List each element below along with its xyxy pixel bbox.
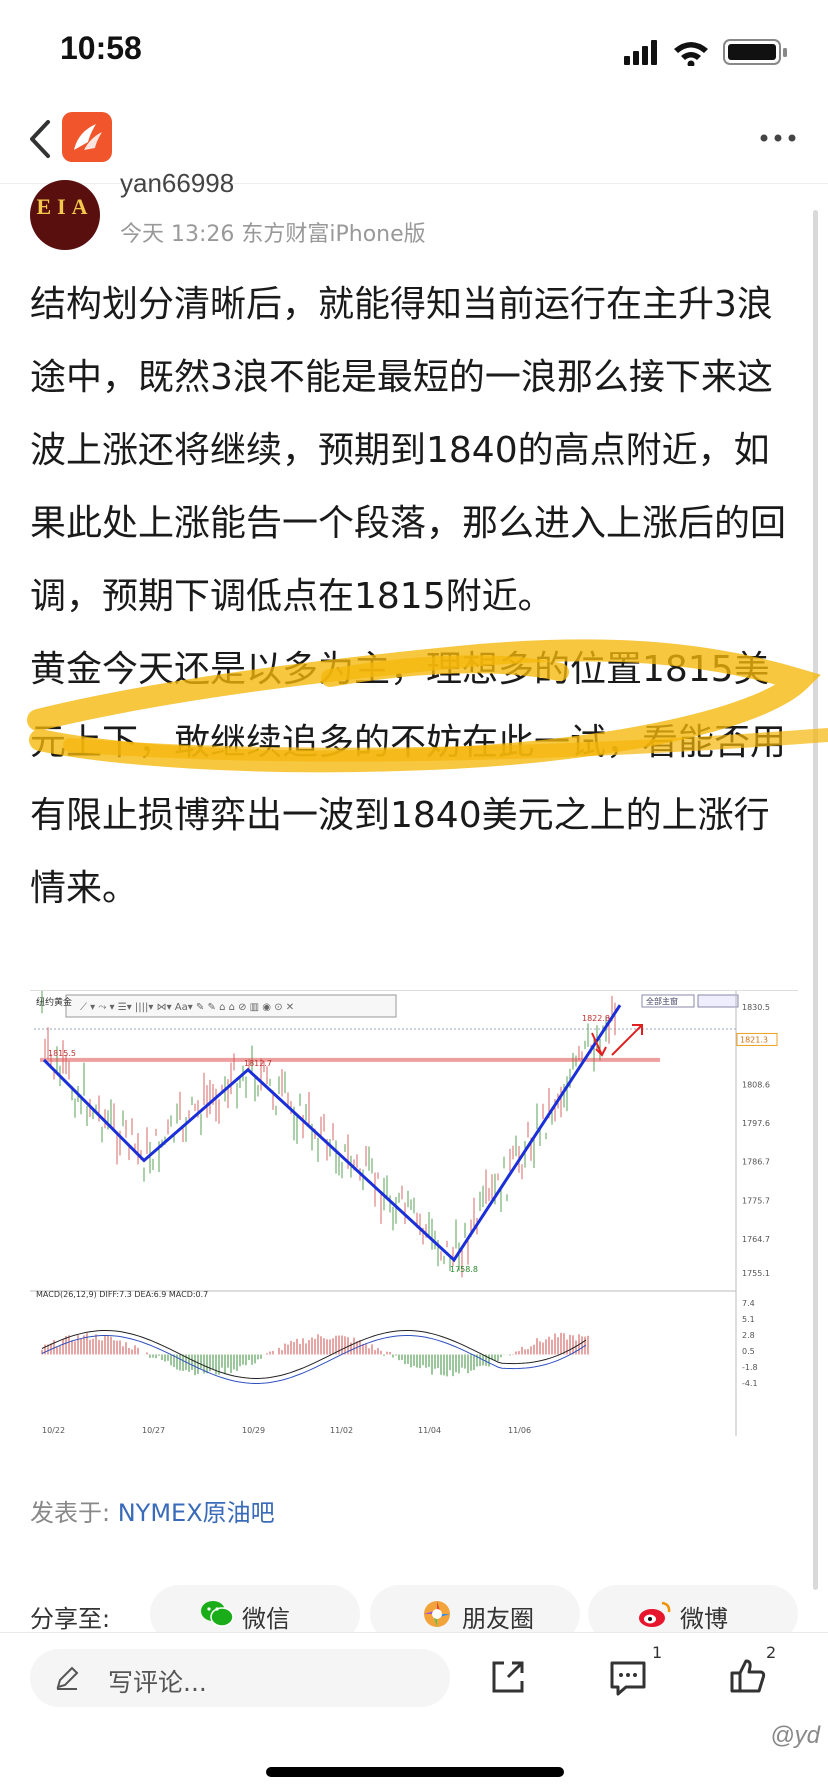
price-tick-label: 1775.7 [742, 1196, 770, 1205]
avatar-text: EIA [36, 194, 94, 219]
time-tick-label: 10/27 [142, 1426, 165, 1435]
macd-label: MACD(26,12,9) DIFF:7.3 DEA:6.9 MACD:0.7 [36, 1290, 208, 1299]
macd-tick-label: 0.5 [742, 1347, 755, 1356]
status-time: 10:58 [60, 30, 142, 66]
posted-in: 发表于: NYMEX原油吧 [30, 1493, 275, 1528]
macd-tick-label: 2.8 [742, 1331, 755, 1340]
share-wechat-label: 微信 [242, 1605, 290, 1633]
chart-title: 纽约黄金 [36, 996, 72, 1008]
author-name[interactable]: yan66998 [120, 168, 234, 199]
macd-tick-label: -4.1 [742, 1379, 758, 1388]
posted-in-prefix: 发表于: [30, 1499, 118, 1527]
moments-icon [424, 1601, 450, 1627]
avatar[interactable]: EIA [30, 180, 100, 250]
price-tick-label: 1786.7 [742, 1158, 770, 1167]
price-annotation: 1758.8 [450, 1265, 478, 1274]
signal-icon [624, 40, 657, 65]
like-count-badge: 2 [766, 1643, 777, 1662]
battery-icon [723, 39, 787, 65]
bottom-toolbar: 写评论... 1 2 [0, 1632, 828, 1742]
time-tick-label: 11/06 [508, 1426, 531, 1435]
price-tick-label: 1755.1 [742, 1269, 770, 1278]
comment-count-badge: 1 [652, 1643, 663, 1662]
comment-icon[interactable] [606, 1655, 650, 1699]
svg-text:⟋ ▾ ⤳ ▾ ☰▾ ||||▾ ⋈▾ Aa▾ ✎ ✎ ⌂: ⟋ ▾ ⤳ ▾ ☰▾ ||||▾ ⋈▾ Aa▾ ✎ ✎ ⌂ ⌂ ⊘ ▥ ◉ ⊙ … [80, 1002, 294, 1013]
scrollbar[interactable] [813, 210, 818, 1590]
price-tick-label: 1764.7 [742, 1235, 770, 1244]
chart-image[interactable]: 纽约黄金 ⟋ ▾ ⤳ ▾ ☰▾ ||||▾ ⋈▾ Aa▾ ✎ ✎ ⌂ ⌂ ⊘ ▥… [30, 990, 798, 1436]
wifi-icon [674, 42, 708, 66]
time-tick-label: 11/04 [418, 1426, 441, 1435]
weibo-icon [639, 1601, 671, 1627]
share-moments-label: 朋友圈 [462, 1605, 534, 1633]
share-weibo-label: 微博 [680, 1605, 728, 1633]
status-icons [624, 39, 787, 66]
chart-toolbar-label: 全部主窗 [646, 996, 678, 1006]
price-annotation: 1815.5 [48, 1049, 76, 1058]
post-paragraph-1: 结构划分清晰后，就能得知当前运行在主升3浪途中，既然3浪不能是最短的一浪那么接下… [30, 284, 787, 617]
author-header: EIA yan66998 今天 13:26 东方财富iPhone版 [30, 168, 800, 250]
share-out-icon[interactable] [486, 1655, 530, 1699]
author-meta: 今天 13:26 东方财富iPhone版 [120, 222, 426, 247]
pen-icon [56, 1666, 79, 1690]
more-icon[interactable] [758, 126, 798, 150]
price-tick-label: 1808.6 [742, 1080, 770, 1089]
gold-price-chart: 纽约黄金 ⟋ ▾ ⤳ ▾ ☰▾ ||||▾ ⋈▾ Aa▾ ✎ ✎ ⌂ ⌂ ⊘ ▥… [30, 990, 798, 1436]
price-tick-label: 1830.5 [742, 1003, 770, 1012]
weibo-watermark: @yd [770, 1722, 820, 1749]
macd-tick-label: -1.8 [742, 1363, 758, 1372]
price-tick-label: 1797.6 [742, 1119, 770, 1128]
back-icon[interactable] [24, 114, 58, 164]
share-label: 分享至: [30, 1605, 111, 1633]
price-annotation: 1812.7 [244, 1059, 272, 1068]
like-icon[interactable] [726, 1655, 770, 1699]
macd-tick-label: 7.4 [742, 1299, 755, 1308]
current-price-label: 1821.3 [740, 1035, 768, 1044]
forum-link[interactable]: NYMEX原油吧 [118, 1499, 275, 1527]
price-annotation: 1822.8 [582, 1014, 610, 1023]
macd-tick-label: 5.1 [742, 1315, 755, 1324]
time-tick-label: 11/02 [330, 1426, 353, 1435]
comment-input[interactable]: 写评论... [30, 1649, 450, 1707]
home-indicator[interactable] [266, 1767, 564, 1777]
post-content: 结构划分清晰后，就能得知当前运行在主升3浪途中，既然3浪不能是最短的一浪那么接下… [30, 268, 800, 925]
time-tick-label: 10/22 [42, 1426, 65, 1435]
wechat-icon [201, 1601, 234, 1627]
comment-placeholder: 写评论... [108, 1668, 207, 1697]
time-tick-label: 10/29 [242, 1426, 265, 1435]
status-bar: 10:58 [0, 0, 828, 96]
post-paragraph-2: 黄金今天还是以多为主，理想多的位置1815美元上下，敢继续追多的不妨在此一试，看… [30, 649, 787, 909]
app-logo-icon[interactable] [62, 112, 112, 162]
